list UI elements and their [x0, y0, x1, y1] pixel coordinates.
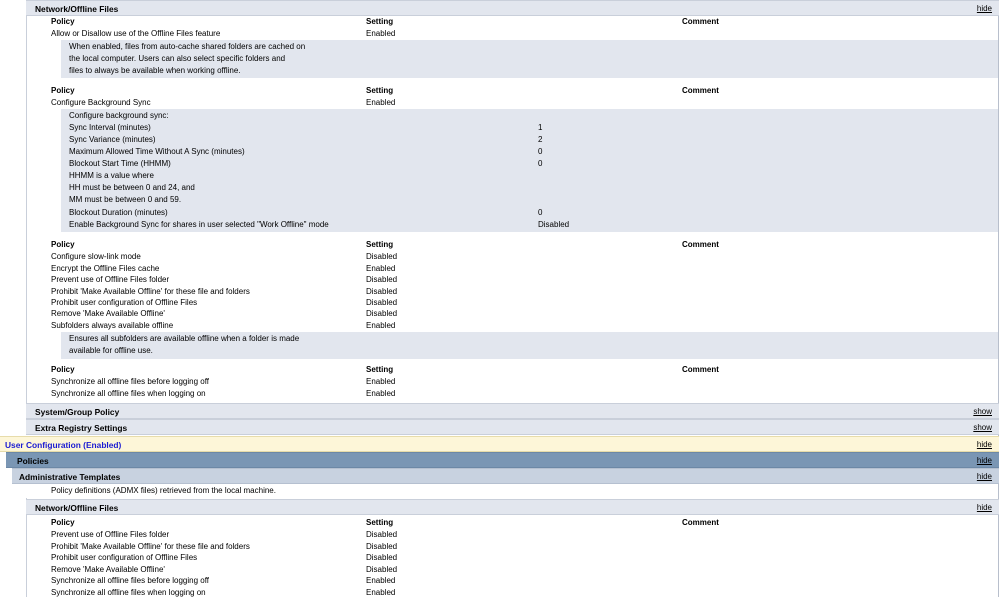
comment-header: Comment [682, 17, 719, 26]
section-policies: Policies hide [6, 452, 999, 468]
section-network-offline-files: Network/Offline Files hide [26, 0, 999, 16]
policy-description: Configure background sync: Sync Interval… [61, 109, 998, 232]
policy-header: Policy [51, 240, 75, 249]
policy-header: Policy [51, 86, 75, 95]
table-row: Synchronize all offline files when loggi… [0, 388, 1000, 400]
policy-name: Prevent use of Offline Files folder [51, 530, 170, 539]
indent-guide [26, 12, 27, 404]
comment-header: Comment [682, 86, 719, 95]
section-network-offline-files: Network/Offline Files hide [26, 499, 999, 515]
policy-setting: Disabled [366, 530, 398, 539]
table-row: Allow or Disallow use of the Offline Fil… [0, 28, 1000, 40]
table-row: Prohibit user configuration of Offline F… [0, 552, 1000, 564]
policy-setting: Enabled [366, 321, 396, 330]
table-row: Configure Background Sync Enabled [0, 97, 1000, 109]
section-administrative-templates: Administrative Templates hide [12, 468, 999, 484]
table-row: Configure slow-link mode Disabled [0, 251, 1000, 263]
table-header: Policy Setting Comment [0, 16, 1000, 28]
section-extra-registry-settings: Extra Registry Settings show [26, 419, 999, 435]
policy-header: Policy [51, 518, 75, 527]
policy-setting: Enabled [366, 377, 396, 386]
admx-source-note: Policy definitions (ADMX files) retrieve… [51, 486, 276, 495]
policy-name: Subfolders always available offline [51, 321, 174, 330]
setting-header: Setting [366, 365, 394, 374]
policy-name: Prohibit user configuration of Offline F… [51, 553, 198, 562]
policy-setting: Enabled [366, 98, 396, 107]
setting-header: Setting [366, 518, 394, 527]
policy-setting: Disabled [366, 252, 398, 261]
comment-header: Comment [682, 518, 719, 527]
hide-link[interactable]: hide [977, 472, 992, 481]
policy-name: Synchronize all offline files before log… [51, 377, 210, 386]
table-row: Remove 'Make Available Offline' Disabled [0, 308, 1000, 320]
policy-setting: Enabled [366, 576, 396, 585]
table-row: Subfolders always available offline Enab… [0, 320, 1000, 332]
table-row: Synchronize all offline files before log… [0, 575, 1000, 587]
section-title: User Configuration (Enabled) [5, 440, 122, 450]
table-header: Policy Setting Comment [0, 517, 1000, 529]
policy-header: Policy [51, 17, 75, 26]
policy-name: Configure slow-link mode [51, 252, 141, 261]
setting-header: Setting [366, 86, 394, 95]
section-title: System/Group Policy [35, 407, 120, 417]
policy-setting: Disabled [366, 309, 398, 318]
table-row: Synchronize all offline files when loggi… [0, 587, 1000, 597]
hide-link[interactable]: hide [977, 440, 992, 449]
policy-setting: Enabled [366, 29, 396, 38]
section-title: Administrative Templates [19, 472, 121, 482]
section-title: Policies [17, 456, 49, 466]
table-row: Prevent use of Offline Files folder Disa… [0, 529, 1000, 541]
policy-setting: Enabled [366, 588, 396, 597]
policy-setting: Enabled [366, 389, 396, 398]
show-link[interactable]: show [973, 423, 992, 432]
setting-header: Setting [366, 240, 394, 249]
hide-link[interactable]: hide [977, 456, 992, 465]
policy-description: Ensures all subfolders are available off… [61, 332, 998, 359]
section-user-configuration: User Configuration (Enabled) hide [0, 436, 999, 452]
setting-header: Setting [366, 17, 394, 26]
hide-link[interactable]: hide [977, 503, 992, 512]
hide-link[interactable]: hide [977, 4, 992, 13]
policy-name: Synchronize all offline files when loggi… [51, 389, 206, 398]
section-title: Network/Offline Files [35, 503, 119, 513]
table-row: Prevent use of Offline Files folder Disa… [0, 274, 1000, 286]
section-system-group-policy: System/Group Policy show [26, 403, 999, 419]
comment-header: Comment [682, 240, 719, 249]
policy-setting: Disabled [366, 553, 398, 562]
section-title: Extra Registry Settings [35, 423, 128, 433]
comment-header: Comment [682, 365, 719, 374]
policy-name: Synchronize all offline files before log… [51, 576, 210, 585]
policy-name: Prevent use of Offline Files folder [51, 275, 170, 284]
table-header: Policy Setting Comment [0, 85, 1000, 97]
policy-description: When enabled, files from auto-cache shar… [61, 40, 998, 78]
table-header: Policy Setting Comment [0, 364, 1000, 376]
section-title: Network/Offline Files [35, 4, 119, 14]
policy-setting: Disabled [366, 275, 398, 284]
policy-name: Configure Background Sync [51, 98, 151, 107]
policy-name: Synchronize all offline files when loggi… [51, 588, 206, 597]
policy-name: Allow or Disallow use of the Offline Fil… [51, 29, 221, 38]
table-header: Policy Setting Comment [0, 239, 1000, 251]
policy-header: Policy [51, 365, 75, 374]
policy-name: Remove 'Make Available Offline' [51, 309, 165, 318]
show-link[interactable]: show [973, 407, 992, 416]
table-row: Synchronize all offline files before log… [0, 376, 1000, 388]
